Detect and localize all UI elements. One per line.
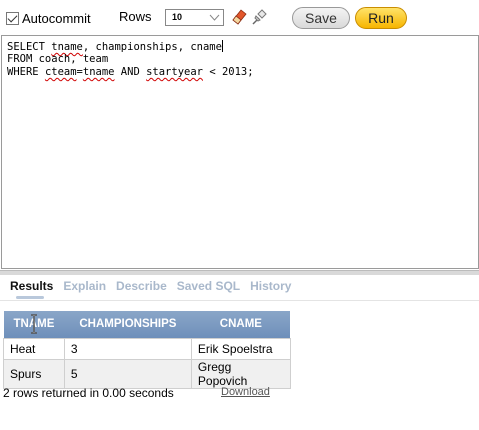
run-button[interactable]: Run	[355, 7, 407, 29]
table-cell: 5	[63, 358, 192, 389]
rows-label: Rows	[119, 9, 152, 24]
tab-describe[interactable]: Describe	[116, 279, 167, 299]
download-link[interactable]: Download	[221, 386, 270, 398]
sql-editor[interactable]: SELECT tname, championships, cname FROM c…	[1, 35, 479, 269]
tab-history[interactable]: History	[250, 279, 291, 299]
results-table: TNAME CHAMPIONSHIPS CNAME Heat 3 Erik Sp…	[3, 311, 291, 389]
table-cell: Spurs	[3, 358, 65, 389]
table-cell: Heat	[3, 337, 65, 360]
save-button[interactable]: Save	[292, 7, 350, 29]
column-header-championships[interactable]: CHAMPIONSHIPS	[64, 311, 192, 338]
editor-line-2: FROM coach, team	[7, 53, 109, 65]
tab-saved-sql[interactable]: Saved SQL	[177, 279, 240, 299]
tab-results[interactable]: Results	[10, 279, 53, 299]
autocommit-label: Autocommit	[22, 10, 91, 26]
column-header-cname[interactable]: CNAME	[191, 311, 291, 338]
eraser-icon[interactable]	[229, 6, 249, 26]
table-row: Heat 3 Erik Spoelstra	[3, 337, 291, 360]
editor-line-1: SELECT tname, championships, cname	[7, 40, 223, 53]
splitter[interactable]	[0, 270, 479, 275]
editor-line-3: WHERE cteam=tname AND startyear < 2013;	[7, 66, 254, 78]
tab-explain[interactable]: Explain	[63, 279, 106, 299]
table-cell: Erik Spoelstra	[190, 337, 291, 360]
rows-select[interactable]: 10	[165, 9, 224, 26]
ibeam-cursor-icon	[31, 314, 37, 334]
tabs-underline	[0, 300, 479, 301]
chevron-down-icon	[209, 14, 220, 21]
text-cursor	[221, 40, 223, 52]
table-cell: Gregg Popovich	[190, 358, 291, 389]
rows-select-value: 10	[172, 12, 183, 22]
autocommit-checkbox[interactable]	[6, 11, 19, 25]
results-tabs: Results Explain Describe Saved SQL Histo…	[10, 279, 301, 299]
pushpin-icon[interactable]	[250, 6, 270, 26]
toolbar: Autocommit Rows 10 Save Run	[0, 0, 479, 36]
table-cell: 3	[63, 337, 192, 360]
results-header-row: TNAME CHAMPIONSHIPS CNAME	[3, 311, 291, 338]
table-row: Spurs 5 Gregg Popovich	[3, 358, 291, 389]
results-summary: 2 rows returned in 0.00 seconds	[3, 386, 174, 400]
autocommit-toggle[interactable]: Autocommit	[6, 9, 91, 27]
